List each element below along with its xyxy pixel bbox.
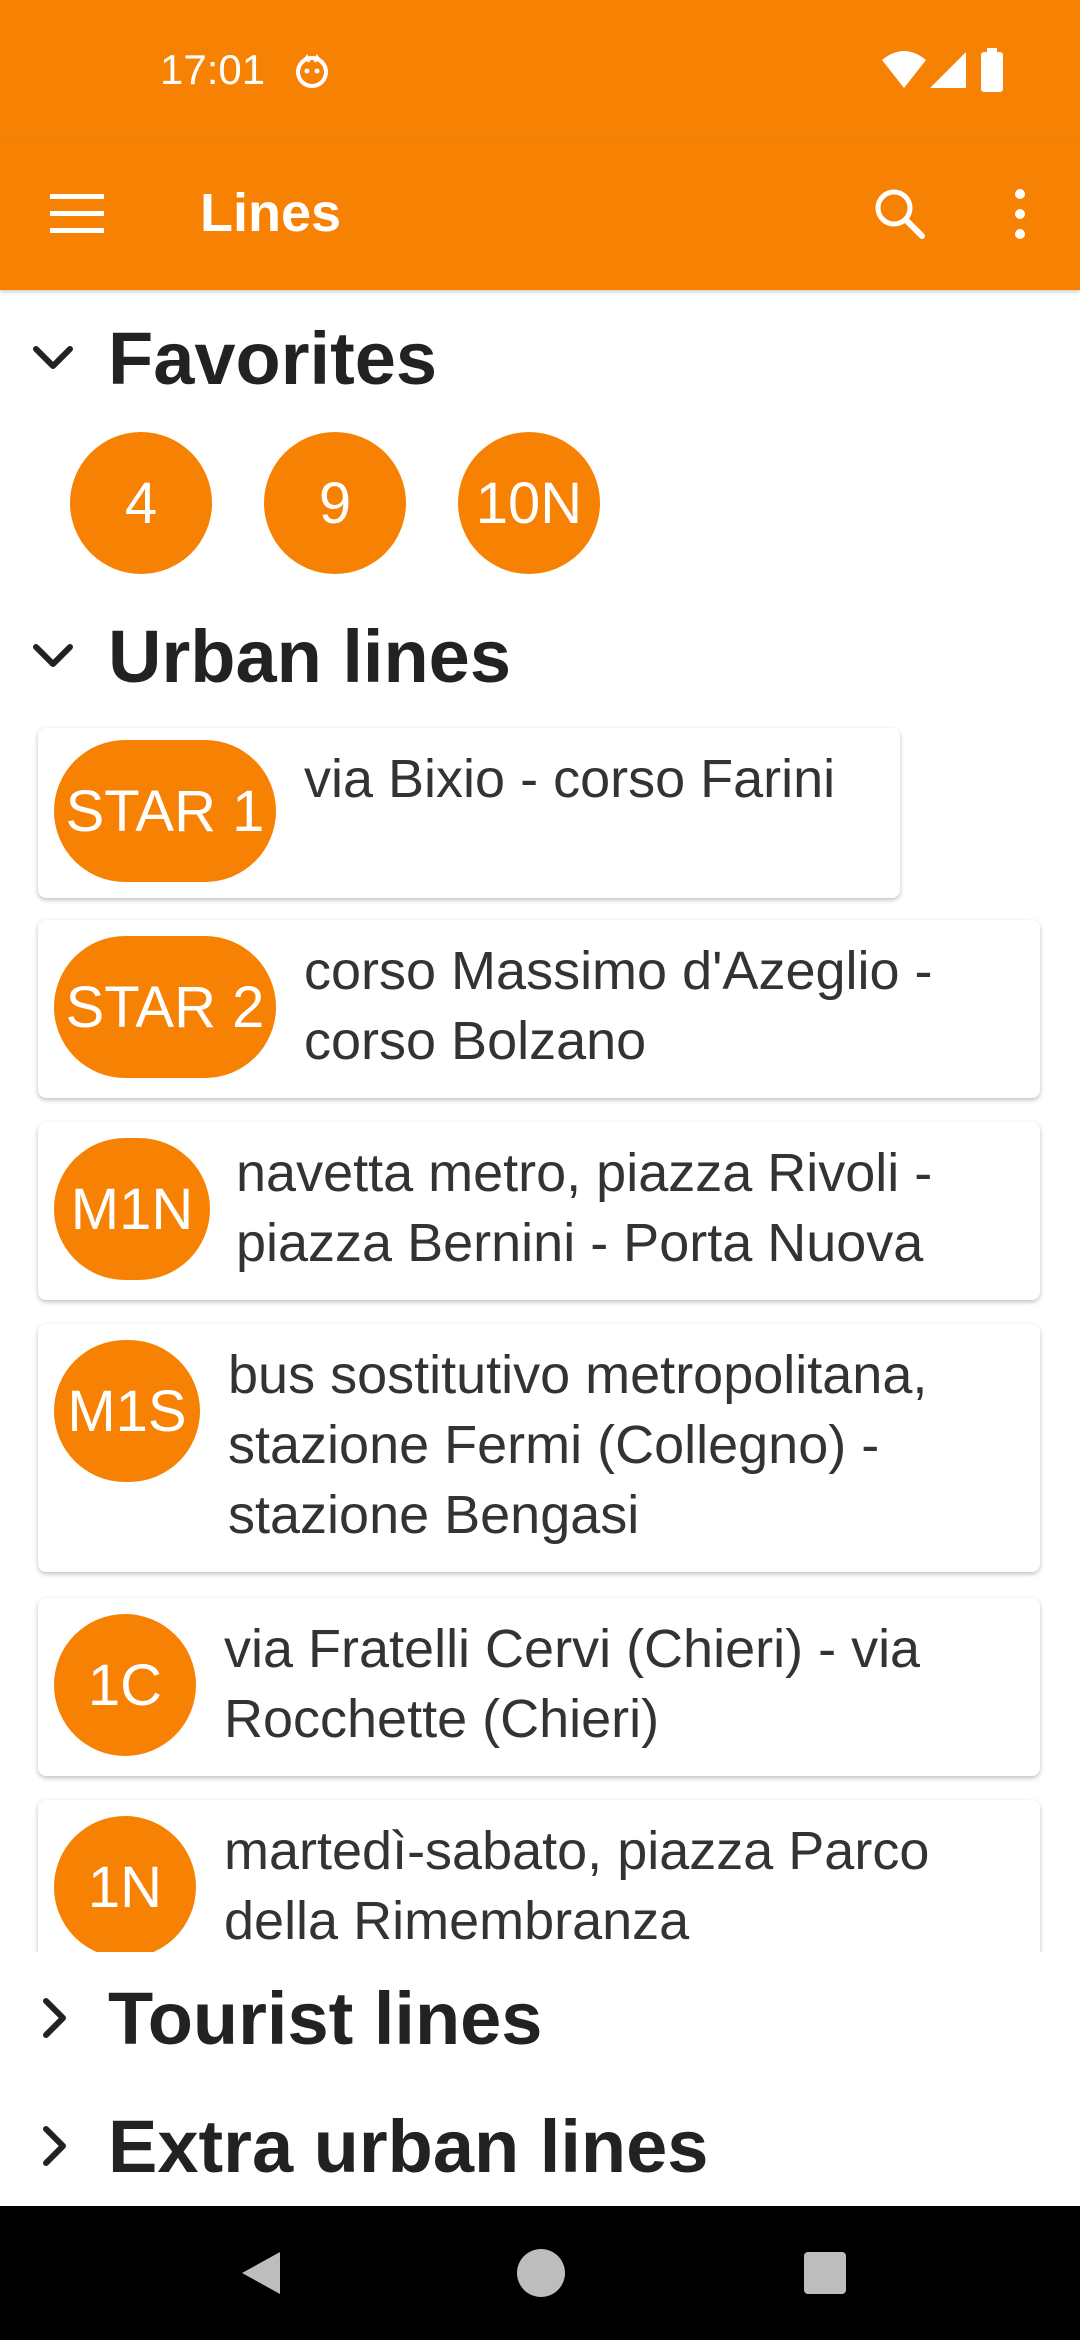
recents-icon[interactable] [798, 2246, 852, 2300]
section-urban-lines[interactable]: Urban lines [28, 614, 511, 698]
section-label-urban-lines: Urban lines [108, 614, 511, 698]
section-label-extra-urban-lines: Extra urban lines [108, 2104, 709, 2188]
battery-icon [981, 48, 1003, 92]
list-item[interactable]: STAR 1 via Bixio - corso Farini [38, 728, 900, 898]
section-label-favorites: Favorites [108, 316, 438, 400]
favorite-line-10n[interactable]: 10N [458, 432, 600, 574]
search-icon[interactable] [872, 186, 928, 242]
signal-icon [930, 52, 966, 88]
page-title: Lines [200, 183, 342, 243]
status-time: 17:01 [160, 46, 266, 93]
list-item[interactable]: 1C via Fratelli Cervi (Chieri) - via Roc… [38, 1598, 1040, 1776]
line-badge: 1N [54, 1816, 196, 1952]
home-icon[interactable] [514, 2246, 568, 2300]
line-description: via Fratelli Cervi (Chieri) - via Rocche… [224, 1619, 921, 1749]
list-item[interactable]: M1N navetta metro, piazza Rivoli - piazz… [38, 1122, 1040, 1300]
section-favorites[interactable]: Favorites [28, 316, 438, 400]
app-bar: Lines [0, 140, 1080, 290]
line-badge: STAR 1 [54, 740, 276, 882]
line-badge: 1C [54, 1614, 196, 1756]
chevron-down-icon [33, 644, 73, 667]
chevron-down-icon [33, 346, 73, 369]
wifi-icon [882, 51, 926, 88]
chevron-right-icon [43, 2126, 66, 2166]
line-badge: STAR 2 [54, 936, 276, 1078]
line-badge: M1N [54, 1138, 210, 1280]
section-extra-urban-lines[interactable]: Extra urban lines [28, 2104, 709, 2188]
list-item[interactable]: STAR 2 corso Massimo d'Azeglio - corso B… [38, 920, 1040, 1098]
section-tourist-lines[interactable]: Tourist lines [28, 1976, 543, 2060]
list-item[interactable]: M1S bus sostitutivo metropolitana, stazi… [38, 1324, 1040, 1572]
section-label-tourist-lines: Tourist lines [108, 1976, 543, 2060]
navigation-bar [0, 2206, 1080, 2340]
favorite-line-9[interactable]: 9 [264, 432, 406, 574]
back-icon[interactable] [234, 2246, 288, 2300]
line-description: martedì-sabato, piazza Parco della Rimem… [224, 1821, 930, 1951]
favorite-line-4[interactable]: 4 [70, 432, 212, 574]
line-description: bus sostitutivo metropolitana, stazione … [228, 1345, 928, 1545]
list-item[interactable]: 1N martedì-sabato, piazza Parco della Ri… [38, 1800, 1040, 1952]
line-description: via Bixio - corso Farini [304, 749, 836, 809]
status-bar: 17:01 [0, 0, 1080, 140]
line-description: navetta metro, piazza Rivoli - piazza Be… [236, 1143, 933, 1273]
face-notification-icon [296, 54, 328, 88]
line-description: corso Massimo d'Azeglio - corso Bolzano [304, 941, 933, 1071]
line-badge: M1S [54, 1340, 200, 1482]
urban-lines-list[interactable]: STAR 1 via Bixio - corso Farini STAR 2 c… [0, 712, 1080, 1952]
menu-icon[interactable] [50, 192, 104, 236]
more-vert-icon[interactable] [1002, 186, 1038, 242]
chevron-right-icon [43, 1998, 66, 2038]
